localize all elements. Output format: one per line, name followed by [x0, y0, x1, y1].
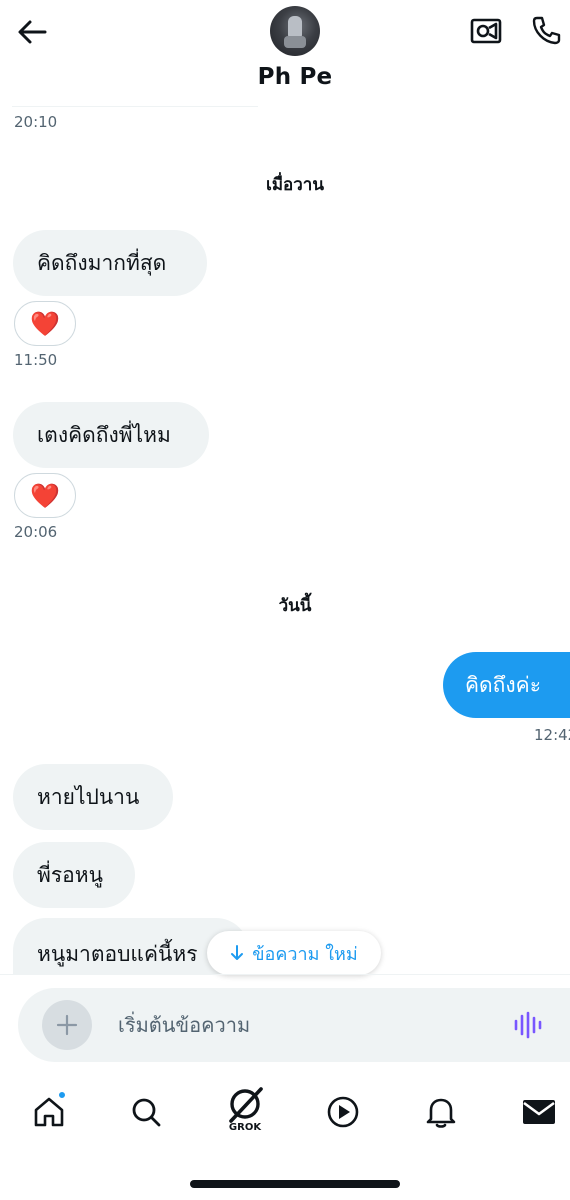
nav-home[interactable] [27, 1090, 71, 1134]
new-messages-button[interactable]: ข้อความ ใหม่ [207, 931, 381, 975]
nav-video[interactable] [321, 1090, 365, 1134]
conversation-header: Ph Pe [0, 0, 570, 108]
header-divider [12, 106, 258, 107]
date-separator-yesterday: เมื่อวาน [266, 175, 324, 195]
heart-icon: ❤️ [30, 309, 60, 338]
nav-messages[interactable] [517, 1090, 561, 1134]
message-timestamp: 11:50 [14, 351, 58, 369]
grok-label: GROK [228, 1122, 262, 1133]
add-media-button[interactable] [42, 1000, 92, 1050]
contact-avatar[interactable] [270, 6, 320, 56]
message-timestamp: 12:42 [534, 726, 570, 744]
heart-reaction[interactable]: ❤️ [14, 301, 76, 346]
voice-call-button[interactable] [528, 12, 564, 48]
video-call-button[interactable] [468, 13, 504, 49]
arrow-left-icon [18, 20, 47, 44]
voice-message-button[interactable] [512, 1010, 544, 1040]
message-composer [18, 988, 570, 1062]
nav-search[interactable] [124, 1090, 168, 1134]
message-input[interactable] [118, 1008, 498, 1042]
contact-name[interactable]: Ph Pe [0, 64, 570, 90]
composer-divider [0, 974, 570, 975]
heart-icon: ❤️ [30, 481, 60, 510]
received-message[interactable]: เตงคิดถึงพี่ไหม [13, 402, 209, 468]
message-timestamp: 20:10 [14, 113, 58, 131]
back-button[interactable] [14, 14, 50, 50]
search-icon [132, 1098, 161, 1127]
bell-icon [426, 1098, 456, 1128]
mail-icon [523, 1100, 555, 1124]
sent-message[interactable]: คิดถึงค่ะ [443, 652, 570, 718]
date-separator-today: วันนี้ [278, 596, 312, 616]
received-message[interactable]: พี่รอหนู [13, 842, 135, 908]
grok-icon [229, 1087, 263, 1123]
new-messages-label: ข้อความ ใหม่ [252, 943, 358, 965]
message-timestamp: 20:06 [14, 523, 58, 541]
nav-grok[interactable]: GROK [223, 1084, 267, 1133]
home-indicator [190, 1180, 400, 1188]
video-call-icon [470, 18, 502, 44]
received-message[interactable]: หายไปนาน [13, 764, 173, 830]
received-message[interactable]: คิดถึงมากที่สุด [13, 230, 207, 296]
plus-icon [56, 1014, 78, 1036]
bottom-navigation: GROK [0, 1080, 570, 1144]
arrow-down-icon [231, 945, 244, 960]
phone-icon [532, 16, 561, 45]
play-icon [327, 1096, 359, 1128]
voice-wave-icon [514, 1011, 542, 1039]
nav-notifications[interactable] [419, 1090, 463, 1134]
heart-reaction[interactable]: ❤️ [14, 473, 76, 518]
home-icon [34, 1097, 64, 1127]
notification-dot [57, 1090, 67, 1100]
